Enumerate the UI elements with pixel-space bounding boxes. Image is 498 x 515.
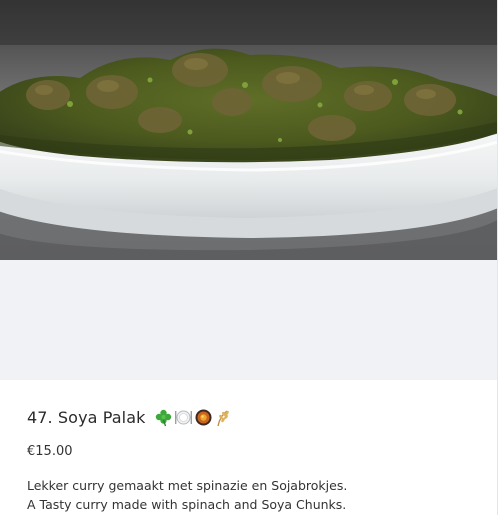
plate-icon	[174, 408, 193, 427]
dish-photo	[0, 0, 497, 260]
rice-icon	[214, 408, 233, 427]
clover-icon	[154, 408, 173, 427]
menu-item-card[interactable]: 47. Soya Palak €15.00 Lekker curry gemaa…	[0, 0, 498, 515]
description-dutch: Lekker curry gemaakt met spinazie en Soj…	[27, 478, 348, 493]
image-placeholder-area	[0, 260, 497, 380]
title-row: 47. Soya Palak	[27, 408, 233, 427]
item-description: Lekker curry gemaakt met spinazie en Soj…	[27, 476, 487, 514]
dietary-badges	[154, 408, 233, 427]
description-english: A Tasty curry made with spinach and Soya…	[27, 497, 347, 512]
item-price: €15.00	[27, 444, 73, 459]
item-info: 47. Soya Palak €15.00 Lekker curry gemaa…	[0, 380, 497, 515]
curry-bowl-icon	[194, 408, 213, 427]
item-title: 47. Soya Palak	[27, 408, 146, 427]
